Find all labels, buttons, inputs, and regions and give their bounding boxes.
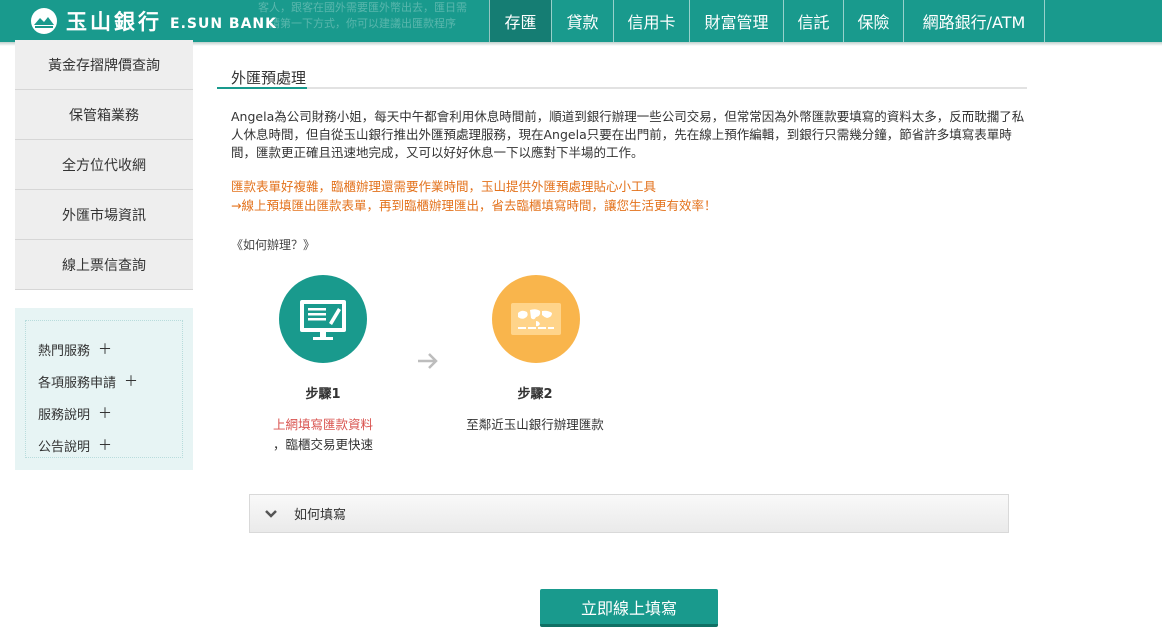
highlight-line-1: 匯款表單好複雜，臨櫃辦理還需要作業時間，玉山提供外匯預處理貼心小工具 — [231, 179, 657, 194]
title-divider-accent — [217, 87, 307, 89]
how-to-heading: 《如何辦理？》 — [231, 238, 316, 252]
step1-circle — [279, 275, 367, 363]
step1-desc: ，臨櫃交易更快速 — [272, 437, 373, 452]
highlight-line-2: →線上預填匯出匯款表單，再到臨櫃辦理匯出，省去臨櫃填寫時間，讓您生活更有效率！ — [231, 198, 717, 213]
arrow-right-icon — [418, 353, 438, 369]
how-to-fill-accordion[interactable]: 如何填寫 — [249, 494, 1009, 533]
esun-logo[interactable]: 玉山銀行 E.SUN BANK — [30, 4, 277, 38]
sidebar-link-applications[interactable]: 各項服務申請 ＋ — [38, 365, 182, 397]
monitor-edit-icon — [300, 300, 346, 340]
step1-description: 上網填寫匯款資料 ，臨櫃交易更快速 — [223, 415, 423, 455]
sidebar-item-collection[interactable]: 全方位代收網 — [15, 140, 193, 190]
brand-name-en: E.SUN BANK — [170, 16, 277, 32]
header-background-text: 客人，跟客在國外需要匯外幣出去，匯日需 ，請第一下方式，你可以建議出匯款程序 — [258, 0, 498, 32]
sidebar-menu: 黃金存摺牌價查詢 保管箱業務 全方位代收網 外匯市場資訊 線上票信查詢 — [15, 40, 193, 290]
sidebar-item-fx-market[interactable]: 外匯市場資訊 — [15, 190, 193, 240]
main-nav: 存匯 貸款 信用卡 財富管理 信託 保險 網路銀行/ATM — [489, 0, 1045, 42]
step2-circle — [492, 275, 580, 363]
sidebar-item-gold[interactable]: 黃金存摺牌價查詢 — [15, 40, 193, 90]
title-divider — [217, 87, 1027, 89]
sidebar-item-safe-deposit[interactable]: 保管箱業務 — [15, 90, 193, 140]
plus-icon: ＋ — [98, 342, 113, 358]
link-label: 各項服務申請 — [38, 375, 117, 391]
esun-logo-icon — [31, 8, 57, 34]
nav-online-banking[interactable]: 網路銀行/ATM — [903, 0, 1045, 42]
nav-credit-card[interactable]: 信用卡 — [613, 0, 689, 42]
brand-name-cn: 玉山銀行 — [66, 10, 162, 34]
step1-desc-red: 上網填寫匯款資料 — [272, 417, 373, 432]
plus-icon: ＋ — [98, 406, 113, 422]
top-header: 客人，跟客在國外需要匯外幣出去，匯日需 ，請第一下方式，你可以建議出匯款程序 玉… — [0, 0, 1162, 42]
sidebar-link-announcements[interactable]: 公告說明 ＋ — [38, 429, 182, 461]
sidebar-link-service-info[interactable]: 服務說明 ＋ — [38, 397, 182, 429]
nav-insurance[interactable]: 保險 — [843, 0, 903, 42]
page-title: 外匯預處理 — [231, 69, 307, 87]
intro-paragraph: Angela為公司財務小姐，每天中午都會利用休息時間前，順道到銀行辦理一些公司交… — [231, 109, 1025, 160]
nav-trust[interactable]: 信託 — [783, 0, 843, 42]
sidebar-item-credit-check[interactable]: 線上票信查詢 — [15, 240, 193, 290]
nav-deposit[interactable]: 存匯 — [489, 0, 551, 42]
ghost-line-2: ，請第一下方式，你可以建議出匯款程序 — [258, 17, 456, 30]
accordion-label: 如何填寫 — [294, 508, 347, 523]
step2-title: 步驟2 — [517, 387, 553, 402]
nav-loan[interactable]: 貸款 — [551, 0, 613, 42]
nav-wealth[interactable]: 財富管理 — [689, 0, 783, 42]
link-label: 公告說明 — [38, 439, 91, 455]
plus-icon: ＋ — [124, 374, 139, 390]
step1-title: 步驟1 — [305, 387, 341, 402]
sidebar-link-hot-services[interactable]: 熱門服務 ＋ — [38, 333, 182, 365]
chevron-down-icon — [265, 509, 277, 518]
link-label: 服務說明 — [38, 407, 91, 423]
world-card-icon — [511, 303, 561, 335]
fill-online-button[interactable]: 立即線上填寫 — [540, 589, 718, 627]
plus-icon: ＋ — [98, 438, 113, 454]
step2-description: 至鄰近玉山銀行辦理匯款 — [466, 417, 604, 432]
ghost-line-1: 客人，跟客在國外需要匯外幣出去，匯日需 — [258, 1, 467, 14]
sidebar-links-box: 熱門服務 ＋ 各項服務申請 ＋ 服務說明 ＋ 公告說明 ＋ — [15, 308, 193, 470]
link-label: 熱門服務 — [38, 343, 91, 359]
